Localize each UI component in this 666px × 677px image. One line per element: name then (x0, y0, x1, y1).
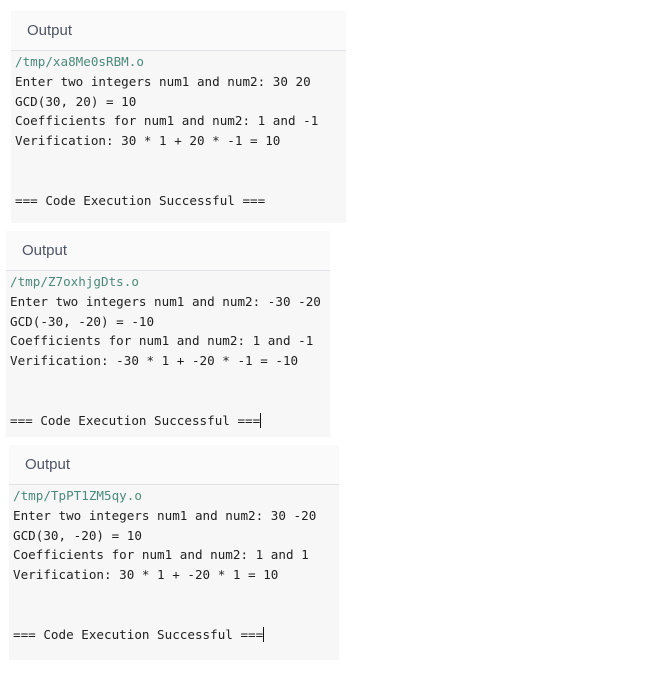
text-cursor (260, 412, 262, 428)
output-line: GCD(30, -20) = 10 (13, 527, 142, 543)
output-header: Output (9, 445, 339, 485)
output-line: Verification: -30 * 1 + -20 * -1 = -10 (10, 353, 299, 369)
output-line: GCD(-30, -20) = -10 (10, 313, 155, 329)
executable-path: /tmp/xa8Me0sRBM.o (15, 54, 144, 69)
output-line: Enter two integers num1 and num2: -30 -2… (10, 293, 321, 309)
output-line: Coefficients for num1 and num2: 1 and 1 (13, 547, 309, 563)
output-title: Output (22, 242, 68, 259)
executable-path: /tmp/Z7oxhjgDts.o (10, 274, 139, 289)
output-line: Verification: 30 * 1 + -20 * 1 = 10 (13, 567, 279, 583)
output-line: Coefficients for num1 and num2: 1 and -1 (10, 333, 314, 349)
blank-lines (15, 151, 346, 191)
blank-lines (10, 371, 330, 411)
output-title: Output (25, 456, 71, 473)
output-header: Output (6, 231, 330, 271)
output-panel-1: Output /tmp/xa8Me0sRBM.o Enter two integ… (11, 11, 346, 223)
blank-lines (13, 585, 339, 625)
console-output[interactable]: /tmp/Z7oxhjgDts.o Enter two integers num… (6, 271, 330, 430)
execution-status: === Code Execution Successful === (13, 626, 265, 642)
console-output[interactable]: /tmp/xa8Me0sRBM.o Enter two integers num… (11, 51, 346, 210)
output-panel-2: Output /tmp/Z7oxhjgDts.o Enter two integ… (6, 231, 330, 437)
execution-status: === Code Execution Successful === (10, 412, 262, 428)
output-line: Coefficients for num1 and num2: 1 and -1 (15, 113, 319, 129)
executable-path: /tmp/TpPT1ZM5qy.o (13, 488, 142, 503)
output-line: Enter two integers num1 and num2: 30 20 (15, 73, 311, 89)
output-panel-3: Output /tmp/TpPT1ZM5qy.o Enter two integ… (9, 445, 339, 660)
output-line: GCD(30, 20) = 10 (15, 93, 137, 109)
output-title: Output (27, 22, 73, 39)
execution-status: === Code Execution Successful === (15, 192, 266, 208)
console-output[interactable]: /tmp/TpPT1ZM5qy.o Enter two integers num… (9, 485, 339, 644)
output-header: Output (11, 11, 346, 51)
text-cursor (263, 626, 265, 642)
output-line: Verification: 30 * 1 + 20 * -1 = 10 (15, 133, 281, 149)
output-line: Enter two integers num1 and num2: 30 -20 (13, 507, 317, 523)
